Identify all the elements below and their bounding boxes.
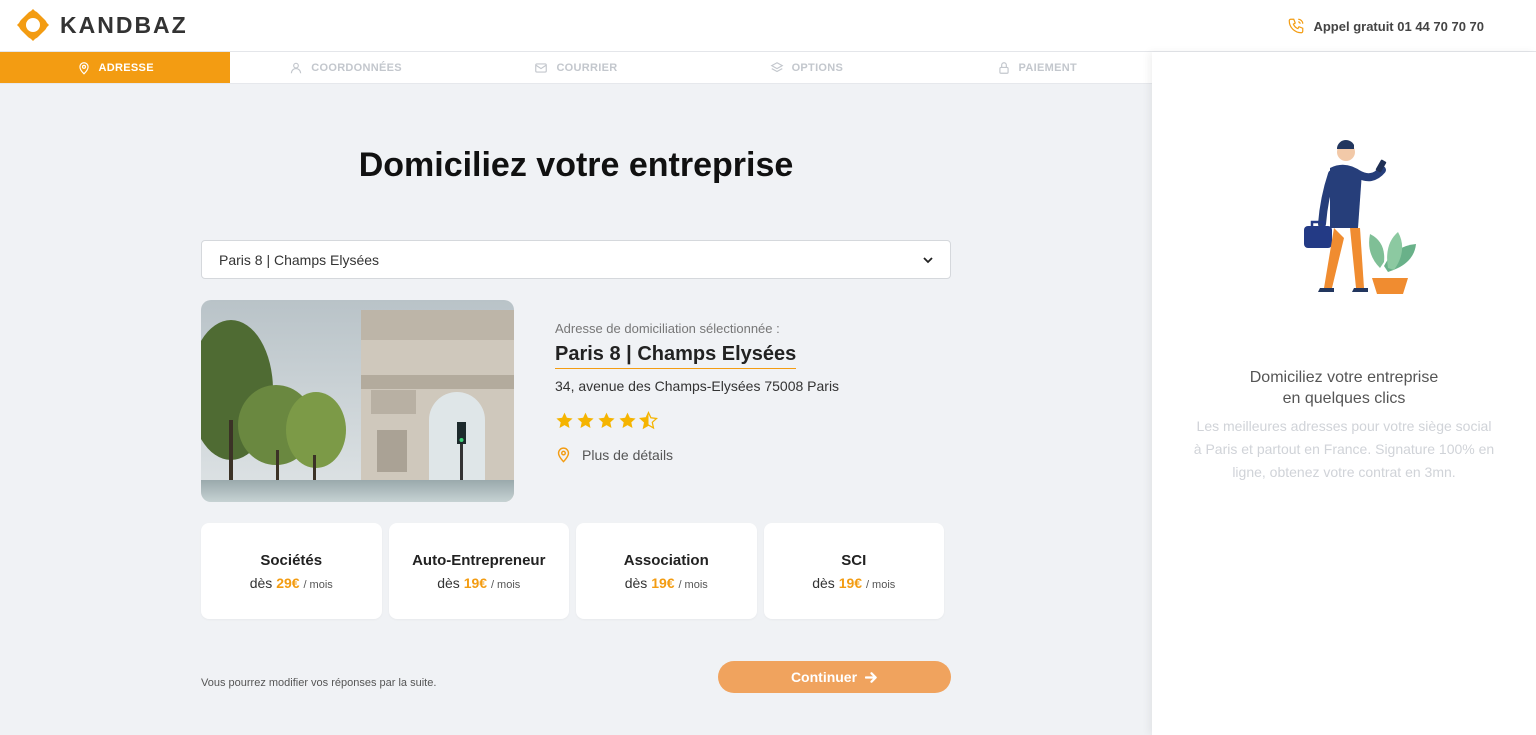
phone-link[interactable]: Appel gratuit 01 44 70 70 70 xyxy=(1287,17,1484,35)
offer-card-association[interactable]: Association dès 19€ / mois xyxy=(576,523,757,619)
address-select[interactable]: Paris 8 | Champs Elysées xyxy=(201,240,951,279)
step-adresse[interactable]: ADRESSE xyxy=(0,52,231,83)
location-pin-icon xyxy=(557,447,570,463)
side-title: Domiciliez votre entreprise en quelques … xyxy=(1249,369,1439,407)
phone-label: Appel gratuit 01 44 70 70 70 xyxy=(1313,18,1484,34)
star-icon xyxy=(619,412,636,428)
continue-label: Continuer xyxy=(790,669,858,685)
address-name: Paris 8 | Champs Elysées xyxy=(555,343,797,369)
offer-price: dès 19€ / mois xyxy=(437,574,521,591)
star-icon xyxy=(556,412,573,428)
chevron-down-icon xyxy=(923,256,933,263)
user-icon xyxy=(290,62,302,73)
step-options[interactable]: OPTIONS xyxy=(691,52,921,83)
layers-icon xyxy=(770,61,784,72)
step-label: ADRESSE xyxy=(98,61,154,74)
offer-name: Auto-Entrepreneur xyxy=(412,551,546,569)
mail-icon xyxy=(535,62,548,73)
step-label: COORDONNÉES xyxy=(311,61,402,74)
continue-button[interactable]: Continuer xyxy=(718,661,951,693)
step-label: OPTIONS xyxy=(791,61,844,74)
top-header: KANDBAZ Appel gratuit 01 44 70 70 70 xyxy=(0,0,1536,52)
rating-stars xyxy=(555,411,658,430)
lock-icon xyxy=(998,61,1009,74)
step-label: COURRIER xyxy=(556,61,618,74)
address-street: 34, avenue des Champs-Elysées 75008 Pari… xyxy=(555,378,840,394)
side-panel: Domiciliez votre entreprise en quelques … xyxy=(1152,52,1536,735)
star-half-icon xyxy=(639,411,658,430)
logo-icon xyxy=(17,9,49,41)
location-pin-icon xyxy=(78,61,89,75)
address-caption: Adresse de domiciliation sélectionnée : xyxy=(555,321,780,336)
step-label: PAIEMENT xyxy=(1018,61,1077,74)
offer-card-societes[interactable]: Sociétés dès 29€ / mois xyxy=(201,523,382,619)
step-paiement[interactable]: PAIEMENT xyxy=(922,52,1152,83)
businessman-illustration xyxy=(1304,140,1416,294)
offer-name: SCI xyxy=(841,551,867,569)
offer-price: dès 19€ / mois xyxy=(812,574,896,591)
side-description: Les meilleures adresses pour votre siège… xyxy=(1193,418,1495,480)
offer-price: dès 29€ / mois xyxy=(249,574,333,591)
star-icon xyxy=(598,412,615,428)
step-courrier[interactable]: COURRIER xyxy=(461,52,691,83)
more-details-link[interactable]: Plus de détails xyxy=(555,446,673,463)
step-coordonnees[interactable]: COORDONNÉES xyxy=(230,52,460,83)
logo[interactable]: KANDBAZ xyxy=(16,8,188,42)
offer-cards: Sociétés dès 29€ / mois Auto-Entrepreneu… xyxy=(201,523,944,619)
star-icon xyxy=(577,412,594,428)
page-title: Domiciliez votre entreprise xyxy=(358,146,794,184)
address-select-value: Paris 8 | Champs Elysées xyxy=(219,251,380,268)
arc-de-triomphe-photo xyxy=(201,300,514,502)
offer-name: Sociétés xyxy=(260,551,323,569)
offer-card-sci[interactable]: SCI dès 19€ / mois xyxy=(763,523,944,619)
logo-text: KANDBAZ xyxy=(60,11,188,38)
phone-icon xyxy=(1289,18,1304,34)
more-details-label: Plus de détails xyxy=(582,446,674,463)
offer-card-auto-entrepreneur[interactable]: Auto-Entrepreneur dès 19€ / mois xyxy=(388,523,569,619)
checkout-stepper: ADRESSE COORDONNÉES COURRIER OPTIONS PAI… xyxy=(0,52,1152,84)
modify-later-note: Vous pourrez modifier vos réponses par l… xyxy=(201,677,437,689)
offer-name: Association xyxy=(623,551,709,569)
arrow-right-icon xyxy=(865,671,877,683)
offer-price: dès 19€ / mois xyxy=(624,574,708,591)
